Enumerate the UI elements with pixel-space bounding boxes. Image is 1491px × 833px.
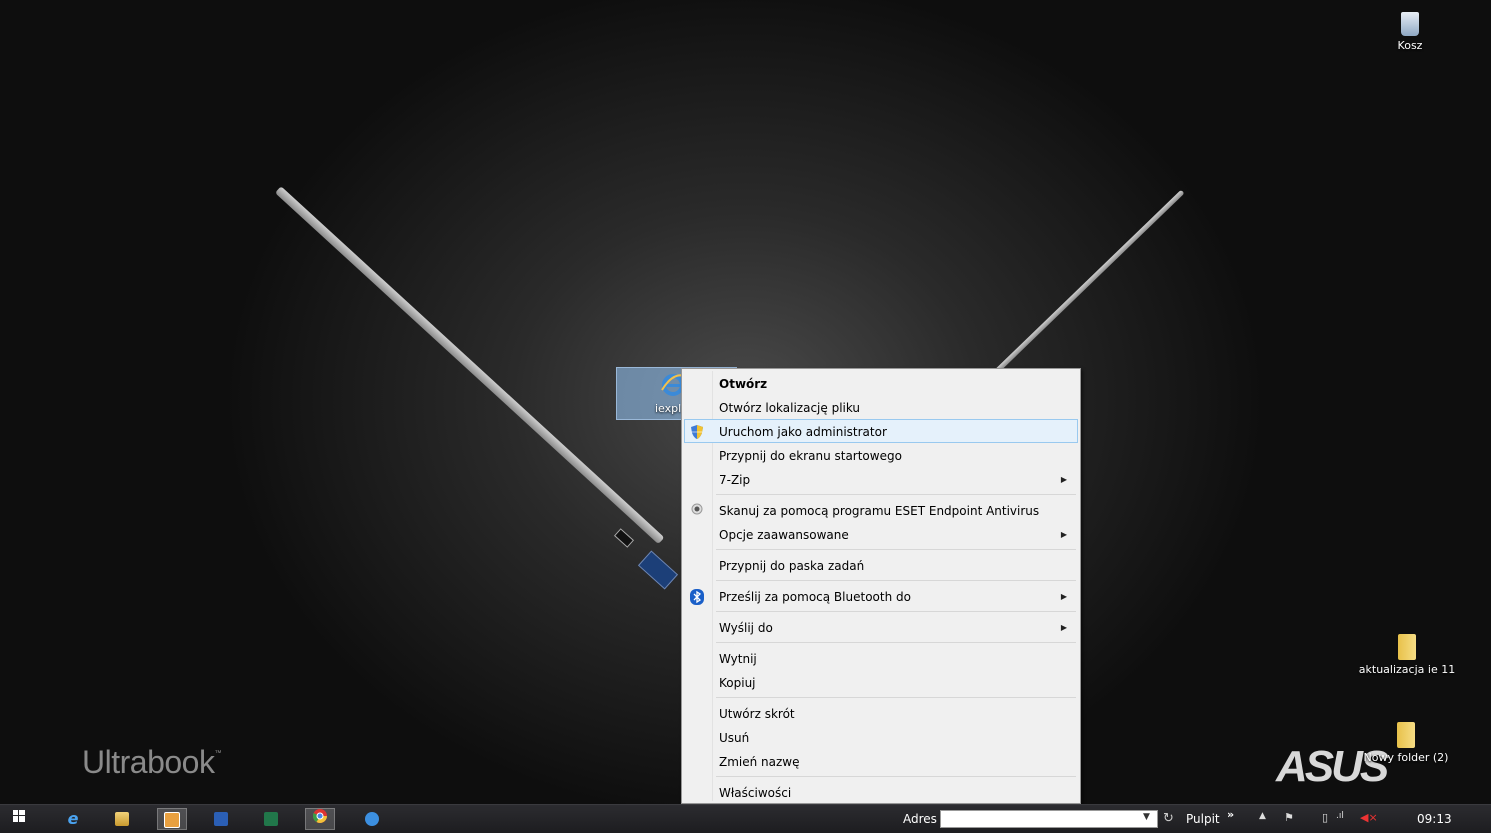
taskbar-file-explorer[interactable]	[107, 808, 137, 830]
menu-item-label: Skanuj za pomocą programu ESET Endpoint …	[719, 504, 1040, 518]
excel-icon	[264, 811, 278, 826]
taskbar-word[interactable]	[206, 808, 236, 830]
desktop[interactable]: Ultrabook™ ASUS Kosz aktualizacja ie 11 …	[0, 0, 1491, 804]
menu-item-cut[interactable]: Wytnij	[684, 646, 1078, 670]
menu-item-delete[interactable]: Usuń	[684, 725, 1078, 749]
desktop-icon-recycle-bin[interactable]: Kosz	[1388, 12, 1432, 52]
address-toolbar-label: Adres	[903, 812, 937, 826]
taskbar-clock[interactable]: 09:13	[1417, 812, 1452, 826]
menu-item-open-file-location[interactable]: Otwórz lokalizację pliku	[684, 395, 1078, 419]
taskbar-excel[interactable]	[256, 808, 286, 830]
menu-item-copy[interactable]: Kopiuj	[684, 670, 1078, 694]
wallpaper-laptop-edge-left	[274, 186, 665, 545]
menu-item-label: Wytnij	[719, 652, 757, 666]
windows-logo-icon	[13, 810, 25, 822]
taskbar: e Adres ▼ ↻ Pulpit » ▲ ⚑ ▯ .ıl ◀× 09:13	[0, 804, 1491, 833]
menu-item-create-shortcut[interactable]: Utwórz skrót	[684, 701, 1078, 725]
taskbar-internet-explorer[interactable]: e	[58, 808, 88, 830]
wallpaper-ultrabook-logo: Ultrabook™	[82, 744, 221, 780]
menu-separator	[716, 642, 1076, 643]
menu-item-properties[interactable]: Właściwości	[684, 780, 1078, 804]
menu-item-label: Utwórz skrót	[719, 707, 795, 721]
address-input[interactable]	[940, 810, 1158, 828]
taskbar-app[interactable]	[357, 808, 387, 830]
menu-item-7zip[interactable]: 7-Zip ▶	[684, 467, 1078, 491]
desktop-icon-folder-nowy[interactable]: Nowy folder (2)	[1356, 722, 1456, 764]
menu-separator	[716, 611, 1076, 612]
desktop-toolbar-label[interactable]: Pulpit	[1186, 812, 1220, 826]
outlook-icon	[164, 811, 180, 828]
folder-icon	[1397, 722, 1415, 748]
menu-separator	[716, 776, 1076, 777]
desktop-icon-folder-aktualizacja[interactable]: aktualizacja ie 11	[1352, 634, 1462, 676]
battery-icon[interactable]: ▯	[1322, 811, 1328, 824]
eset-icon	[689, 503, 705, 519]
desktop-icon-label: aktualizacja ie 11	[1358, 663, 1456, 676]
uac-shield-icon	[689, 424, 705, 440]
network-signal-icon[interactable]: .ıl	[1336, 811, 1344, 821]
menu-item-label: 7-Zip	[719, 473, 751, 487]
chevron-down-icon[interactable]: ▼	[1143, 812, 1150, 822]
desktop-icon-label: iexpl	[655, 402, 682, 415]
menu-item-label: Przypnij do paska zadań	[719, 559, 865, 573]
menu-item-send-via-bluetooth[interactable]: Prześlij za pomocą Bluetooth do ▶	[684, 584, 1078, 608]
submenu-arrow-icon: ▶	[1060, 623, 1067, 632]
submenu-arrow-icon: ▶	[1060, 475, 1067, 484]
menu-item-pin-to-start[interactable]: Przypnij do ekranu startowego	[684, 443, 1078, 467]
toolbar-chevron-icon[interactable]: »	[1227, 808, 1234, 821]
menu-item-label: Prześlij za pomocą Bluetooth do	[719, 590, 911, 604]
word-icon	[214, 811, 228, 826]
recycle-bin-icon	[1401, 12, 1419, 36]
menu-item-rename[interactable]: Zmień nazwę	[684, 749, 1078, 773]
action-center-flag-icon[interactable]: ⚑	[1284, 811, 1294, 824]
submenu-arrow-icon: ▶	[1060, 530, 1067, 539]
wallpaper-port	[613, 528, 635, 548]
show-hidden-icons-arrow-icon[interactable]: ▲	[1259, 811, 1266, 821]
menu-item-label: Zmień nazwę	[719, 755, 800, 769]
menu-separator	[716, 697, 1076, 698]
taskbar-chrome[interactable]	[305, 808, 335, 830]
menu-item-send-to[interactable]: Wyślij do ▶	[684, 615, 1078, 639]
internet-explorer-icon: e	[67, 809, 79, 828]
menu-item-label: Opcje zaawansowane	[719, 528, 849, 542]
menu-item-open[interactable]: Otwórz	[684, 371, 1078, 395]
menu-item-eset-scan[interactable]: Skanuj za pomocą programu ESET Endpoint …	[684, 498, 1078, 522]
file-explorer-icon	[115, 811, 129, 826]
menu-item-label: Właściwości	[719, 786, 792, 800]
menu-item-label: Usuń	[719, 731, 750, 745]
taskbar-app-active[interactable]	[157, 808, 187, 830]
start-button[interactable]	[4, 808, 34, 830]
folder-icon	[1398, 634, 1416, 660]
menu-item-label: Wyślij do	[719, 621, 773, 635]
menu-item-run-as-administrator[interactable]: Uruchom jako administrator	[684, 419, 1078, 443]
wallpaper-laptop-edge-right	[983, 189, 1185, 385]
menu-item-advanced-options[interactable]: Opcje zaawansowane ▶	[684, 522, 1078, 546]
menu-item-label: Uruchom jako administrator	[719, 425, 887, 439]
wallpaper-usb-port	[637, 550, 679, 590]
menu-separator	[716, 494, 1076, 495]
menu-item-label: Otwórz lokalizację pliku	[719, 401, 861, 415]
menu-separator	[716, 549, 1076, 550]
desktop-icon-label: Nowy folder (2)	[1363, 751, 1449, 764]
context-menu[interactable]: Otwórz Otwórz lokalizację pliku Uruchom …	[681, 368, 1081, 804]
menu-separator	[716, 580, 1076, 581]
bluetooth-icon	[689, 589, 705, 605]
refresh-icon[interactable]: ↻	[1163, 811, 1174, 826]
menu-item-label: Przypnij do ekranu startowego	[719, 449, 902, 463]
menu-item-label: Kopiuj	[719, 676, 756, 690]
speaker-muted-icon[interactable]: ◀×	[1360, 811, 1378, 824]
menu-item-pin-to-taskbar[interactable]: Przypnij do paska zadań	[684, 553, 1078, 577]
desktop-icon-label: Kosz	[1397, 39, 1423, 52]
chrome-icon	[312, 809, 327, 823]
app-circle-icon	[365, 811, 379, 826]
submenu-arrow-icon: ▶	[1060, 592, 1067, 601]
menu-item-label: Otwórz	[719, 377, 768, 391]
